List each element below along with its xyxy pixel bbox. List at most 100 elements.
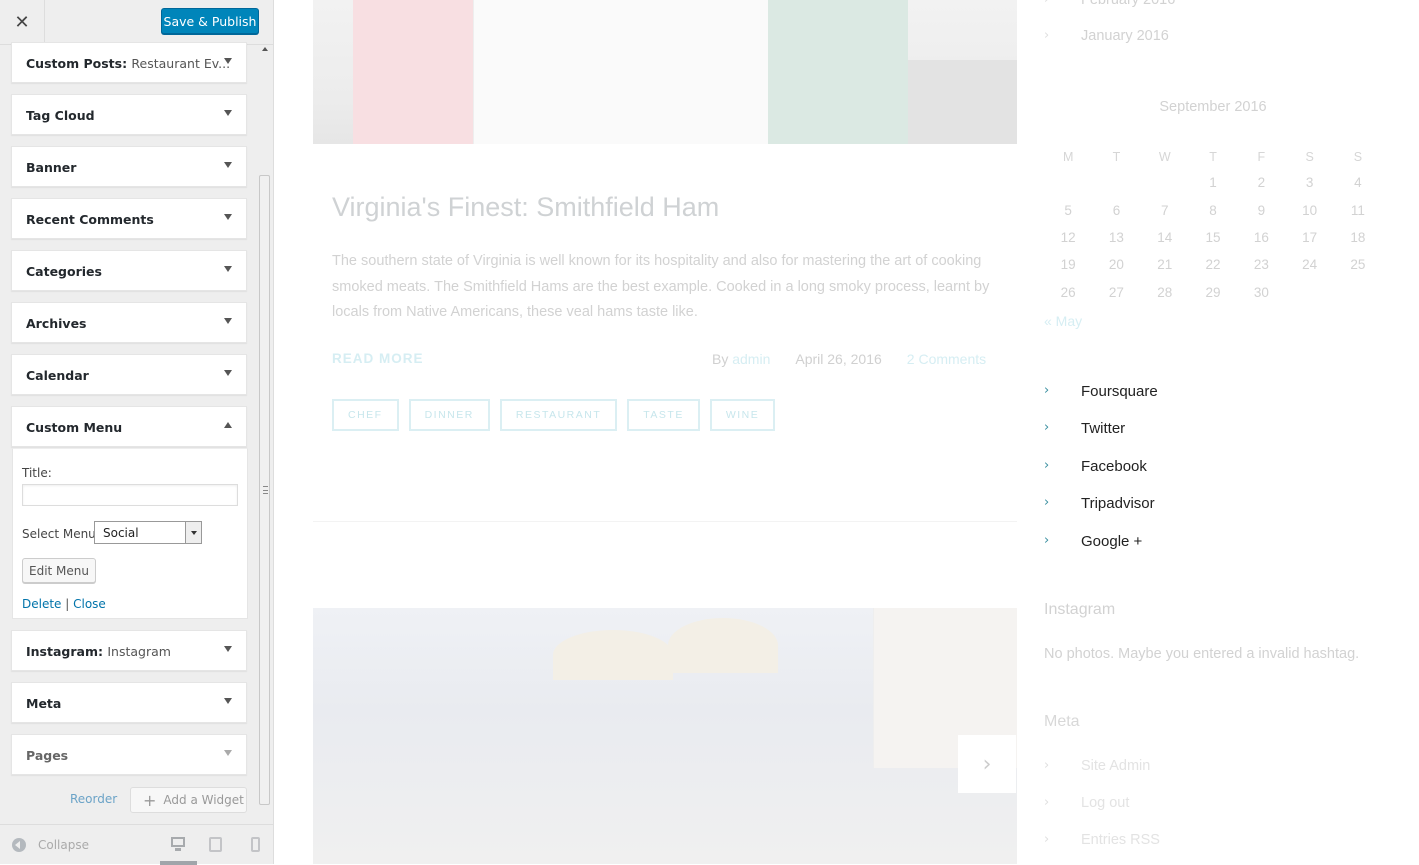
menu-select-value: Social [103, 526, 139, 540]
post-date: April 26, 2016 [795, 351, 882, 367]
expand-arrow-icon[interactable] [224, 646, 232, 652]
post-divider [313, 521, 1017, 522]
calendar-day: 25 [1350, 257, 1366, 273]
weekday-header: M [1062, 150, 1074, 164]
menu-select[interactable]: Social [94, 521, 202, 544]
widget-banner[interactable]: Banner [11, 146, 247, 187]
calendar-day: 24 [1302, 257, 1318, 273]
archive-item[interactable]: ›February 2016 [1044, 0, 1175, 8]
widget-title: Custom Posts: Restaurant Ev... [26, 56, 231, 71]
tag-taste[interactable]: TASTE [627, 399, 700, 431]
expand-arrow-icon[interactable] [224, 110, 232, 116]
calendar-day: 12 [1060, 229, 1076, 245]
collapse-label[interactable]: Collapse [38, 838, 89, 852]
expand-arrow-icon[interactable] [224, 266, 232, 272]
collapse-icon[interactable] [12, 838, 26, 852]
tag-wine[interactable]: WINE [709, 399, 776, 431]
chevron-right-icon: › [1044, 758, 1050, 773]
close-icon[interactable]: ✕ [0, 0, 45, 44]
expand-arrow-icon[interactable] [224, 58, 232, 64]
tag-restaurant[interactable]: RESTAURANT [499, 399, 618, 431]
calendar-day: 29 [1205, 284, 1221, 300]
expand-arrow-icon[interactable] [224, 698, 232, 704]
save-publish-button[interactable]: Save & Publish [161, 8, 259, 34]
customizer-sidebar: ✕ Save & Publish Custom Posts: Restauran… [0, 0, 274, 865]
calendar-day: 8 [1209, 202, 1217, 218]
meta-widget-title: Meta [1044, 713, 1080, 730]
widget-title: Pages [26, 748, 69, 763]
site-preview: Virginia's Finest: Smithfield Ham The so… [274, 0, 1419, 864]
widget-archives[interactable]: Archives [11, 302, 247, 343]
widget-pages[interactable]: Pages [11, 734, 247, 775]
chevron-right-icon[interactable]: › [958, 735, 1016, 793]
close-link[interactable]: Close [73, 597, 106, 611]
calendar-day: 16 [1253, 229, 1269, 245]
widget-title: Calendar [26, 368, 89, 383]
mobile-preview-icon[interactable] [250, 836, 266, 852]
expand-arrow-icon[interactable] [224, 370, 232, 376]
delete-link[interactable]: Delete [22, 597, 61, 611]
reorder-link[interactable]: Reorder [70, 792, 117, 806]
calendar-day: 6 [1112, 202, 1121, 218]
by-label: By [712, 351, 733, 367]
archive-item[interactable]: › January 2016 [1044, 28, 1169, 44]
calendar-day: 15 [1205, 229, 1221, 245]
widget-instagram[interactable]: Instagram: Instagram [11, 630, 247, 671]
widget-meta[interactable]: Meta [11, 682, 247, 723]
widget-calendar[interactable]: Calendar [11, 354, 247, 395]
calendar-caption: September 2016 [1159, 99, 1267, 115]
custom-menu-form: Title: Select Menu: Social Edit Menu Del… [12, 448, 248, 619]
calendar-day: 28 [1157, 284, 1173, 300]
widget-custom-posts[interactable]: Custom Posts: Restaurant Ev... [11, 42, 247, 83]
widget-recent-comments[interactable]: Recent Comments [11, 198, 247, 239]
tag-chef[interactable]: CHEF [332, 399, 399, 431]
expand-arrow-icon[interactable] [224, 162, 232, 168]
post-title[interactable]: Virginia's Finest: Smithfield Ham [332, 192, 719, 223]
calendar-day: 23 [1253, 257, 1269, 273]
widget-categories[interactable]: Categories [11, 250, 247, 291]
comments-link[interactable]: 2 Comments [907, 351, 986, 367]
desktop-preview-icon[interactable] [170, 836, 186, 852]
read-more-link[interactable]: READ MORE [332, 351, 424, 366]
chef-figure-white [473, 0, 773, 144]
expand-arrow-icon[interactable] [224, 214, 232, 220]
post-featured-image-kitchen[interactable] [313, 608, 1017, 864]
author-link[interactable]: admin [732, 351, 770, 367]
widget-custom-menu[interactable]: Custom Menu Title: Select Menu: Social E… [11, 406, 248, 619]
calendar-day: 11 [1350, 202, 1365, 218]
calendar-day: 5 [1064, 202, 1072, 218]
expand-arrow-icon[interactable] [224, 750, 232, 756]
chevron-right-icon: › [1044, 458, 1050, 473]
title-input[interactable] [22, 484, 238, 506]
calendar-week: 12 13 14 15 16 17 18 [1044, 224, 1382, 251]
chevron-down-icon[interactable] [185, 522, 201, 543]
weekday-header: S [1305, 150, 1314, 164]
collapse-arrow-icon[interactable] [224, 422, 232, 428]
calendar-day: 4 [1354, 175, 1362, 191]
add-widget-button[interactable]: + Add a Widget [130, 787, 247, 813]
edit-menu-button[interactable]: Edit Menu [22, 558, 96, 583]
weekday-header: T [1112, 150, 1121, 164]
customizer-header: ✕ Save & Publish [0, 0, 273, 45]
scrollbar[interactable] [258, 45, 272, 807]
tag-dinner[interactable]: DINNER [408, 399, 490, 431]
chevron-right-icon: › [1044, 383, 1050, 398]
calendar-day [1285, 279, 1333, 306]
post-featured-image[interactable] [313, 0, 1017, 144]
calendar-day [1334, 279, 1382, 306]
chevron-right-icon: › [1044, 832, 1050, 847]
widget-tag-cloud[interactable]: Tag Cloud [11, 94, 247, 135]
widget-title: Custom Menu [26, 420, 123, 435]
title-label: Title: [22, 466, 52, 480]
widget-title: Recent Comments [26, 212, 154, 227]
calendar-week: 19 20 21 22 23 24 25 [1044, 251, 1382, 278]
tablet-preview-icon[interactable] [208, 836, 224, 852]
calendar-prev-link[interactable]: « May [1044, 313, 1082, 329]
stove-background [908, 60, 1017, 144]
calendar-day [1141, 169, 1189, 196]
expand-arrow-icon[interactable] [224, 318, 232, 324]
scrollbar-thumb[interactable] [259, 175, 270, 805]
calendar-day: 18 [1350, 229, 1366, 245]
scroll-up-icon[interactable] [262, 47, 268, 51]
calendar-day: 13 [1108, 229, 1124, 245]
